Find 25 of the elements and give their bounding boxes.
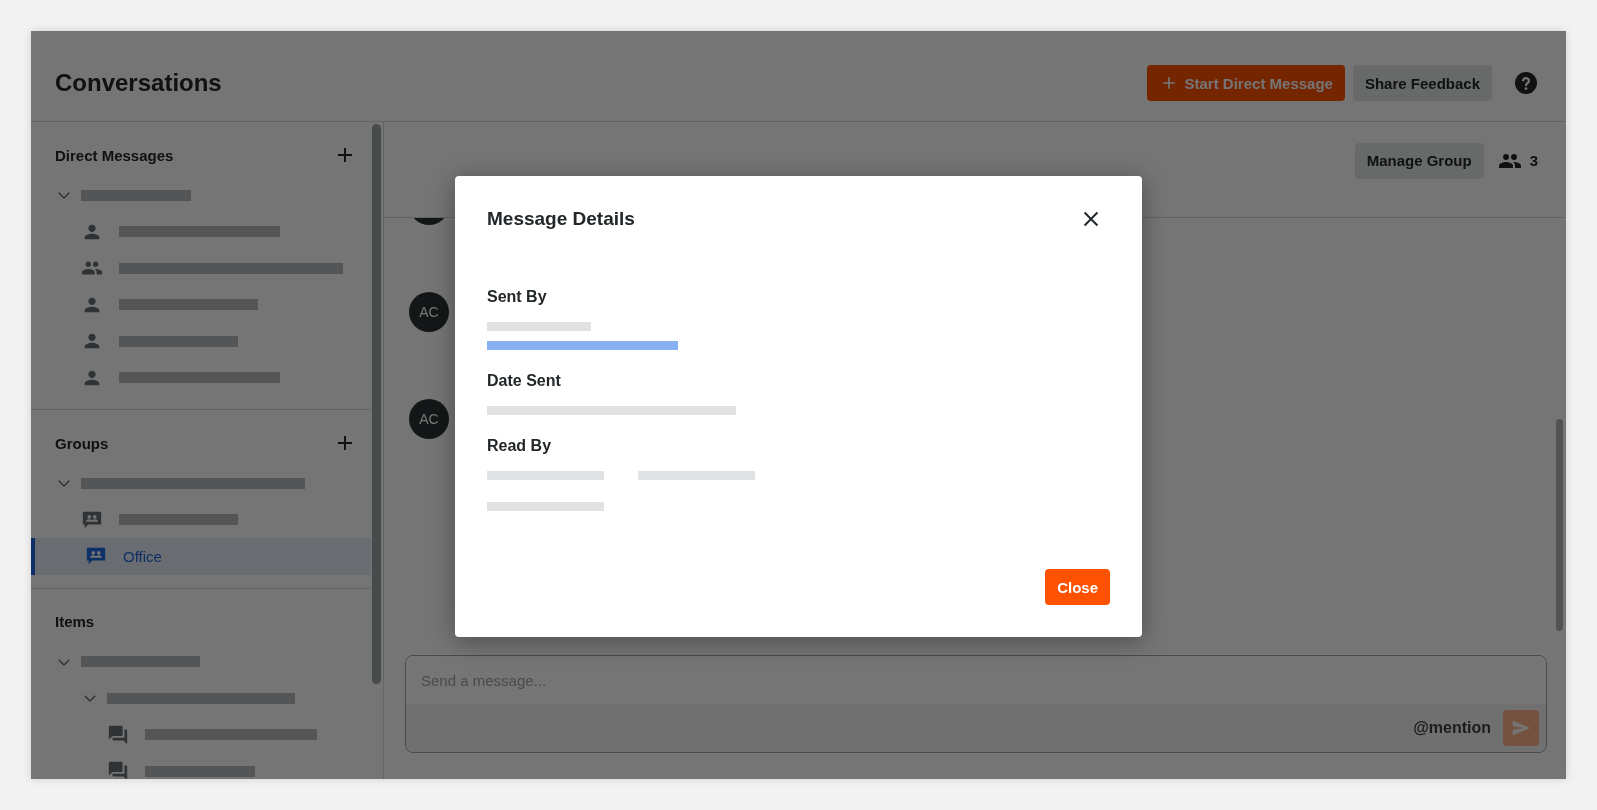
field-label: Sent By: [487, 288, 548, 306]
redacted-link[interactable]: [487, 341, 678, 350]
avatar: AC: [409, 399, 449, 439]
dialog-title: Message Details: [487, 208, 635, 230]
section-title: Groups: [55, 434, 109, 452]
conversation-item[interactable]: Office: [31, 538, 371, 575]
avatar: AC: [409, 292, 449, 332]
mention-button[interactable]: @mention: [1413, 719, 1491, 737]
member-count: 3: [1529, 152, 1538, 169]
conversation-name[interactable]: Office: [123, 547, 162, 565]
section-title: Items: [55, 613, 95, 630]
page-title: Conversations: [55, 69, 222, 97]
send-button[interactable]: [1503, 710, 1539, 746]
help-icon[interactable]: [1514, 71, 1538, 95]
scrollbar-thumb[interactable]: [372, 124, 381, 684]
close-button[interactable]: Close: [1045, 569, 1110, 605]
share-feedback-button[interactable]: Share Feedback: [1352, 65, 1492, 101]
field-label: Read By: [487, 437, 553, 455]
chat-bubbles-icon: [107, 723, 129, 746]
start-direct-message-button[interactable]: Start Direct Message: [1146, 65, 1345, 101]
section-title: Direct Messages: [55, 146, 174, 164]
manage-group-button[interactable]: Manage Group: [1354, 142, 1484, 179]
field-label: Date Sent: [487, 372, 562, 390]
scrollbar-thumb[interactable]: [1556, 419, 1563, 631]
chat-bubbles-icon: [107, 760, 129, 779]
